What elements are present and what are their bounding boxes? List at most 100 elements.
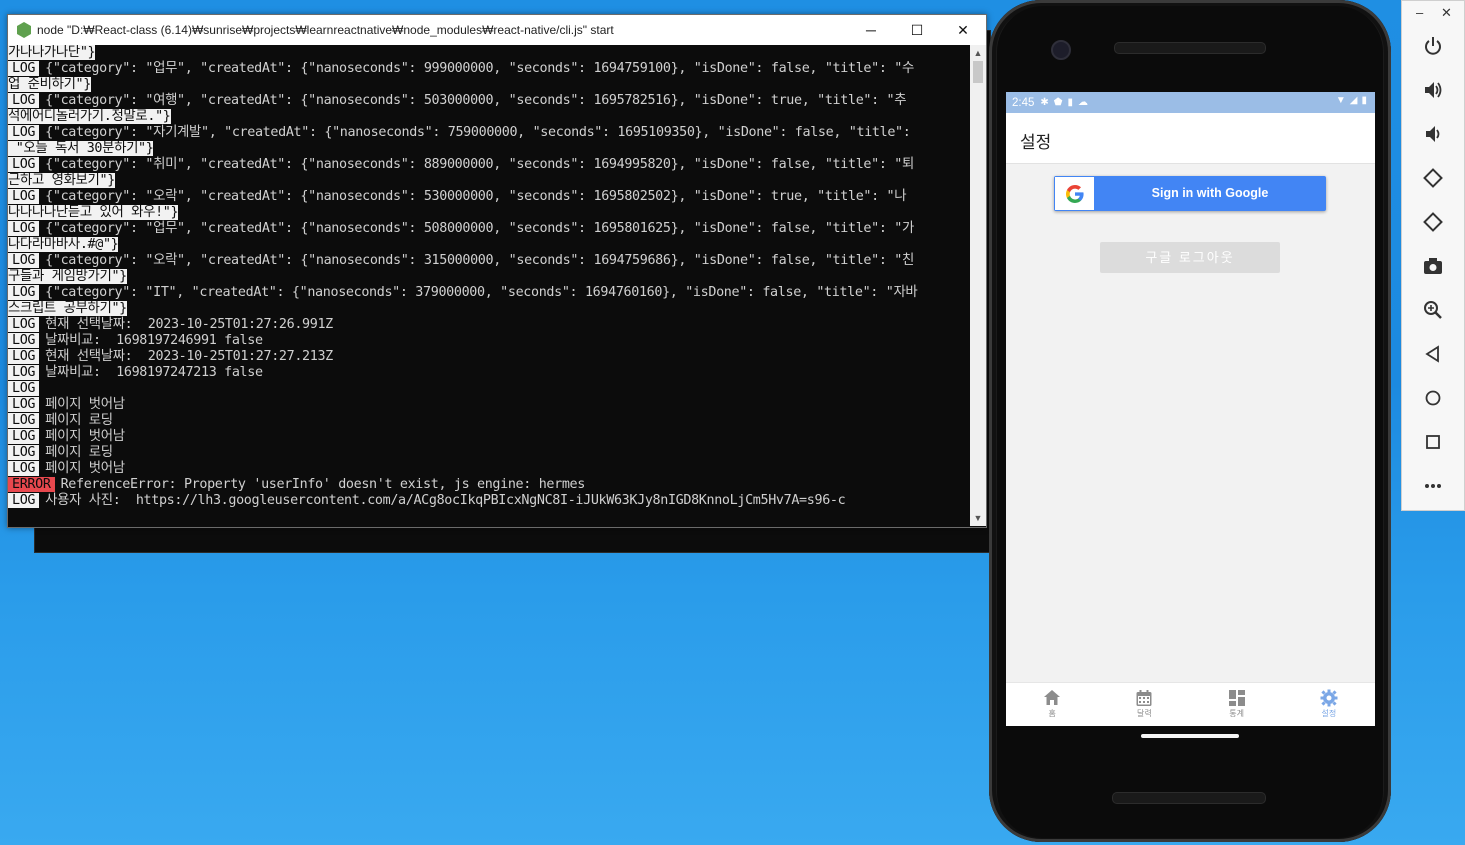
console-line: LOG 사용자 사진: https://lh3.googleusercontent… (8, 493, 970, 509)
console-line-text: {"category": "오락", "createdAt": {"nanose… (45, 253, 914, 268)
google-signin-label: Sign in with Google (1151, 186, 1269, 200)
volume-down-icon[interactable] (1420, 121, 1446, 147)
console-wrapped-text: 근하고 영화보기"} (8, 173, 115, 188)
console-line: LOG 날짜비교: 1698197246991 false (8, 333, 970, 349)
console-scrollbar[interactable]: ▲ ▼ (970, 45, 986, 526)
status-time: 2:45 (1012, 96, 1035, 109)
log-tag: LOG (8, 93, 40, 108)
emulator-minimize-button[interactable]: – (1416, 5, 1423, 20)
console-line-text: 페이지 벗어남 (45, 461, 125, 476)
console-line-text: 페이지 벗어남 (45, 429, 125, 444)
camera-icon[interactable] (1420, 253, 1446, 279)
console-output: 가나나가나단"} LOG {"category": "업무", "createdAt… (8, 45, 970, 526)
console-line-text: 페이지 로딩 (45, 413, 113, 428)
console-line-text: 현재 선택날짜: 2023-10-25T01:27:26.991Z (45, 317, 333, 332)
scroll-up-arrow-icon[interactable]: ▲ (970, 45, 986, 61)
console-line-text: 날짜비교: 1698197246991 false (45, 333, 263, 348)
log-tag: LOG (8, 349, 40, 364)
scroll-thumb[interactable] (973, 61, 983, 83)
log-tag: LOG (8, 429, 40, 444)
console-line: LOG 현재 선택날짜: 2023-10-25T01:27:27.213Z (8, 349, 970, 365)
log-tag: LOG (8, 221, 40, 236)
console-line-text: 페이지 로딩 (45, 445, 113, 460)
scroll-down-arrow-icon[interactable]: ▼ (970, 510, 986, 526)
console-line-text: 사용자 사진: https://lh3.googleusercontent.co… (45, 493, 846, 508)
console-wrapped-text: 스크립트 공부하기"} (8, 301, 127, 316)
minimize-button[interactable]: ─ (848, 15, 894, 45)
console-line: LOG {"category": "오락", "createdAt": {"nan… (8, 253, 970, 269)
settings-status-icon: ✱ (1040, 97, 1049, 108)
console-line-text: {"category": "업무", "createdAt": {"nanose… (45, 221, 914, 236)
console-line-text: 현재 선택날짜: 2023-10-25T01:27:27.213Z (45, 349, 333, 364)
console-line: LOG 페이지 벗어남 (8, 397, 970, 413)
tab-label-settings: 설정 (1321, 709, 1337, 718)
tab-label-calendar: 달력 (1137, 709, 1152, 718)
tab-home[interactable]: 홈 (1006, 683, 1098, 726)
log-tag: LOG (8, 445, 40, 460)
console-wrapped-text: 석에어디놀러가기.정말로."} (8, 109, 171, 124)
rotate-right-icon[interactable] (1420, 209, 1446, 235)
tab-stats[interactable]: 통계 (1191, 683, 1283, 726)
console-line: LOG {"category": "업무", "createdAt": {"nan… (8, 61, 970, 77)
console-wrapped-text: "오늘 독서 30분하기"} (8, 141, 154, 156)
console-line-text: {"category": "자기계발", "createdAt": {"nano… (45, 125, 911, 140)
console-line: LOG {"category": "업무", "createdAt": {"nan… (8, 221, 970, 237)
console-line-text: {"category": "여행", "createdAt": {"nanose… (45, 93, 907, 108)
console-line: LOG (8, 381, 970, 397)
log-tag: LOG (8, 333, 40, 348)
error-tag: ERROR (8, 477, 55, 492)
cloud-status-icon: ☁ (1078, 97, 1088, 108)
zoom-icon[interactable] (1420, 297, 1446, 323)
console-line: 나다라마바사.#@"} (8, 237, 970, 253)
wifi-icon: ▼ (1335, 95, 1346, 106)
console-line: LOG 현재 선택날짜: 2023-10-25T01:27:26.991Z (8, 317, 970, 333)
back-icon[interactable] (1420, 341, 1446, 367)
log-tag: LOG (8, 189, 40, 204)
console-line: LOG 페이지 벗어남 (8, 429, 970, 445)
log-tag: LOG (8, 365, 40, 380)
rotate-left-icon[interactable] (1420, 165, 1446, 191)
tab-label-home: 홈 (1048, 709, 1056, 718)
log-tag: LOG (8, 61, 40, 76)
tab-calendar[interactable]: 달력 (1098, 683, 1190, 726)
top-speaker (1114, 42, 1266, 54)
console-line: 업 준비하기"} (8, 77, 970, 93)
log-tag: LOG (8, 493, 40, 508)
console-line-text: 페이지 벗어남 (45, 397, 125, 412)
console-line: LOG {"category": "취미", "createdAt": {"nan… (8, 157, 970, 173)
home-icon (1044, 690, 1061, 705)
gear-icon (1320, 689, 1338, 707)
log-tag: LOG (8, 317, 40, 332)
gesture-nav-bar[interactable] (1141, 734, 1239, 738)
log-tag: LOG (8, 381, 40, 396)
overview-icon[interactable] (1420, 429, 1446, 455)
console-line: LOG 페이지 로딩 (8, 413, 970, 429)
console-line: LOG {"category": "오락", "createdAt": {"nan… (8, 189, 970, 205)
google-logout-button[interactable]: 구글 로그아웃 (1100, 242, 1280, 273)
tab-settings[interactable]: 설정 (1283, 683, 1375, 726)
console-window[interactable]: node "D:₩React-class (6.14)₩sunrise₩proj… (7, 14, 987, 528)
phone-screen: 2:45 ✱ ⬟ ▮ ☁ ▼ ◢ ▮ 설정 Sign in with Googl… (1006, 92, 1375, 726)
google-logo-icon (1055, 177, 1094, 210)
console-line: 근하고 영화보기"} (8, 173, 970, 189)
console-line: 나나나나난듣고 있어 와우!"} (8, 205, 970, 221)
nodejs-icon (17, 22, 31, 38)
log-tag: LOG (8, 285, 40, 300)
more-icon[interactable] (1420, 473, 1446, 499)
home-circle-icon[interactable] (1420, 385, 1446, 411)
power-icon[interactable] (1420, 33, 1446, 59)
console-line: "오늘 독서 30분하기"} (8, 141, 970, 157)
console-line-text: {"category": "업무", "createdAt": {"nanose… (45, 61, 914, 76)
close-button[interactable]: ✕ (940, 15, 986, 45)
console-line: LOG {"category": "여행", "createdAt": {"nan… (8, 93, 970, 109)
tab-label-stats: 통계 (1229, 709, 1244, 718)
console-line: 석에어디놀러가기.정말로."} (8, 109, 970, 125)
google-signin-button[interactable]: Sign in with Google (1054, 176, 1326, 211)
emulator-close-button[interactable]: ✕ (1441, 5, 1452, 21)
maximize-button[interactable]: ☐ (894, 15, 940, 45)
console-titlebar[interactable]: node "D:₩React-class (6.14)₩sunrise₩proj… (8, 15, 986, 45)
app-header: 설정 (1006, 113, 1375, 164)
console-line-text: {"category": "IT", "createdAt": {"nanose… (45, 285, 918, 300)
console-line: LOG 페이지 벗어남 (8, 461, 970, 477)
volume-up-icon[interactable] (1420, 77, 1446, 103)
